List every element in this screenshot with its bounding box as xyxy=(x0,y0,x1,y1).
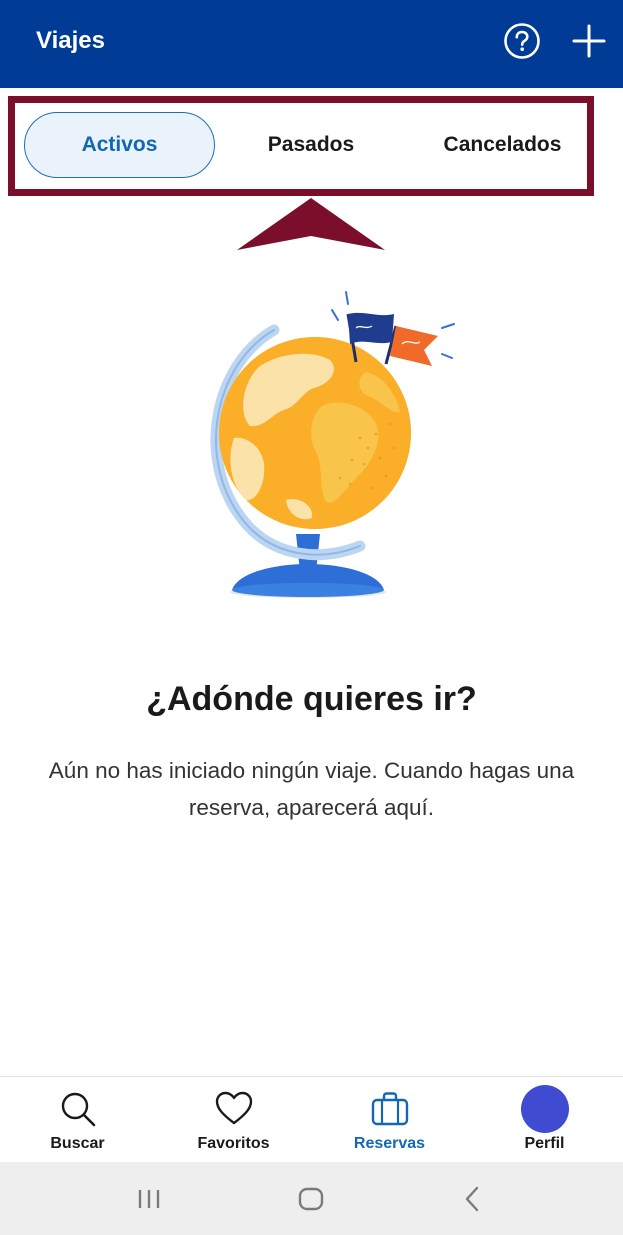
heart-icon xyxy=(215,1091,252,1125)
empty-state-headline: ¿Adónde quieres ir? xyxy=(146,680,477,718)
nav-perfil[interactable]: Perfil xyxy=(467,1077,622,1163)
system-nav-bar xyxy=(0,1162,623,1235)
nav-label: Perfil xyxy=(524,1135,565,1152)
tab-pasados[interactable]: Pasados xyxy=(250,112,372,178)
recent-apps-icon[interactable] xyxy=(134,1184,164,1214)
nav-label: Buscar xyxy=(50,1135,105,1152)
app-bar: Viajes xyxy=(0,0,623,88)
tab-label: Activos xyxy=(81,133,158,156)
nav-label: Favoritos xyxy=(197,1135,270,1152)
nav-buscar[interactable]: Buscar xyxy=(0,1077,155,1163)
pointer-arrow-icon xyxy=(237,198,385,250)
tab-label: Cancelados xyxy=(443,133,562,156)
tab-label: Pasados xyxy=(267,133,355,156)
home-icon[interactable] xyxy=(296,1184,326,1214)
page-title: Viajes xyxy=(36,27,105,54)
search-icon xyxy=(61,1092,95,1127)
plus-icon[interactable] xyxy=(571,22,607,60)
avatar xyxy=(520,1085,569,1133)
globe-illustration xyxy=(210,291,455,598)
tab-cancelados[interactable]: Cancelados xyxy=(430,112,575,178)
nav-favoritos[interactable]: Favoritos xyxy=(156,1077,311,1163)
back-icon[interactable] xyxy=(458,1184,488,1214)
empty-state-message: Aún no has iniciado ningún viaje. Cuando… xyxy=(48,758,575,820)
nav-reservas[interactable]: Reservas xyxy=(312,1077,467,1163)
question-circle-icon[interactable] xyxy=(503,22,541,60)
tab-activos[interactable]: Activos xyxy=(24,112,215,178)
nav-label: Reservas xyxy=(353,1135,426,1152)
bottom-nav: Buscar Favoritos Reservas Perfil xyxy=(0,1076,623,1162)
suitcase-icon xyxy=(371,1092,408,1126)
